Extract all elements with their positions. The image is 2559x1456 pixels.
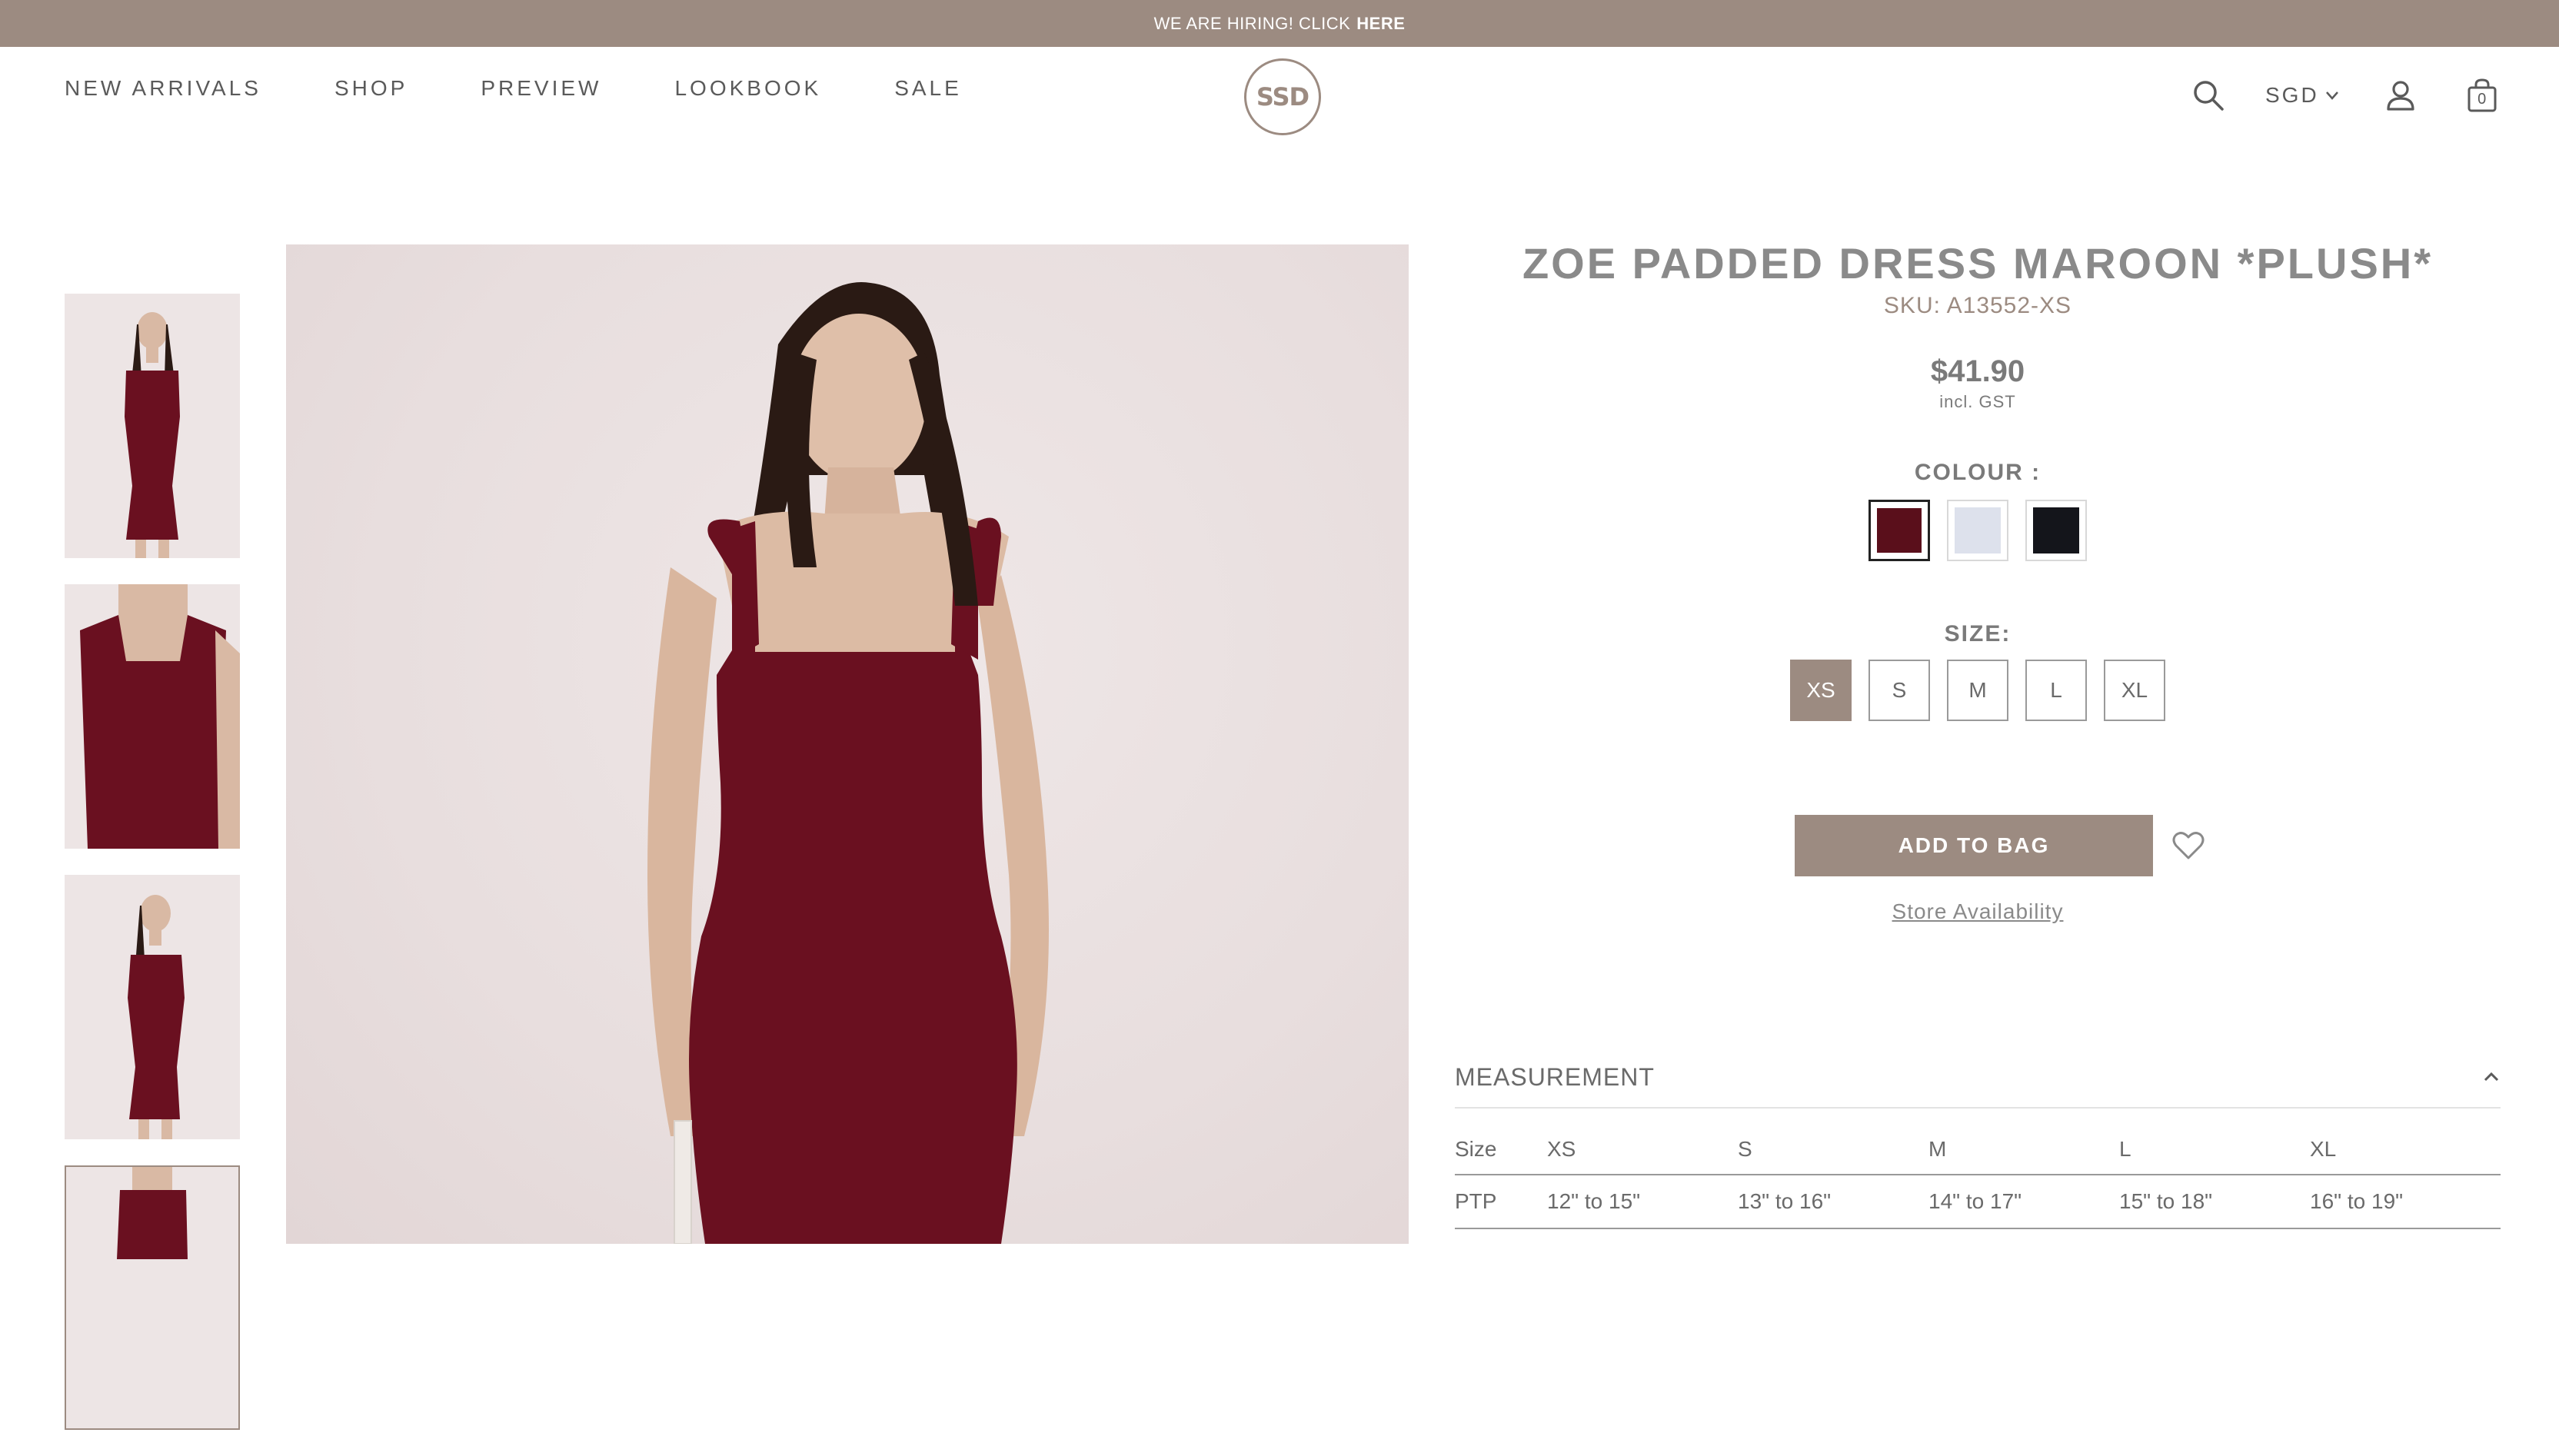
colour-swatch-light-blue[interactable] bbox=[1947, 500, 2008, 561]
table-header-row: Size XS S M L XL bbox=[1455, 1124, 2501, 1175]
table-header-cell: XS bbox=[1547, 1124, 1738, 1175]
logo-text: SSD bbox=[1256, 82, 1309, 111]
table-header-cell: Size bbox=[1455, 1124, 1547, 1175]
header-actions: SGD 0 bbox=[2191, 76, 2497, 115]
thumbnail-1[interactable] bbox=[65, 294, 240, 558]
announcement-link[interactable]: HERE bbox=[1356, 14, 1405, 34]
size-option-m[interactable]: M bbox=[1947, 660, 2008, 721]
search-icon[interactable] bbox=[2191, 78, 2225, 112]
nav-shop[interactable]: SHOP bbox=[334, 76, 408, 101]
size-option-xl[interactable]: XL bbox=[2104, 660, 2165, 721]
size-option-l[interactable]: L bbox=[2025, 660, 2087, 721]
swatch-fill-black bbox=[2033, 507, 2079, 553]
table-header-cell: M bbox=[1928, 1124, 2119, 1175]
table-cell: 14" to 17" bbox=[1928, 1175, 2119, 1229]
nav-sale[interactable]: SALE bbox=[894, 76, 962, 101]
measurement-toggle[interactable]: MEASUREMENT bbox=[1455, 1047, 2501, 1109]
size-label: SIZE: bbox=[1944, 621, 2012, 647]
announcement-text: WE ARE HIRING! CLICK bbox=[1153, 13, 1351, 33]
add-to-bag-button[interactable]: ADD TO BAG bbox=[1795, 815, 2153, 876]
table-cell: 15" to 18" bbox=[2119, 1175, 2310, 1229]
main-product-image[interactable] bbox=[286, 244, 1409, 1244]
thumbnail-2[interactable] bbox=[65, 584, 240, 849]
site-header: NEW ARRIVALS SHOP PREVIEW LOOKBOOK SALE … bbox=[0, 47, 2559, 145]
store-availability-link[interactable]: Store Availability bbox=[1892, 899, 2064, 924]
main-nav: NEW ARRIVALS SHOP PREVIEW LOOKBOOK SALE bbox=[65, 76, 962, 101]
tax-note: incl. GST bbox=[1939, 392, 2016, 411]
product-sku: SKU: A13552-XS bbox=[1883, 293, 2072, 318]
colour-swatch-black[interactable] bbox=[2025, 500, 2087, 561]
table-header-cell: S bbox=[1738, 1124, 1928, 1175]
nav-lookbook[interactable]: LOOKBOOK bbox=[674, 76, 821, 101]
currency-label: SGD bbox=[2265, 83, 2319, 107]
size-option-xs[interactable]: XS bbox=[1790, 660, 1852, 721]
colour-swatch-maroon[interactable] bbox=[1869, 500, 1930, 561]
table-cell: PTP bbox=[1455, 1175, 1547, 1229]
currency-selector[interactable]: SGD bbox=[2265, 83, 2341, 108]
site-logo[interactable]: SSD bbox=[1244, 58, 1321, 135]
table-header-cell: L bbox=[2119, 1124, 2310, 1175]
table-cell: 16" to 19" bbox=[2310, 1175, 2501, 1229]
size-option-s[interactable]: S bbox=[1869, 660, 1930, 721]
table-cell: 13" to 16" bbox=[1738, 1175, 1928, 1229]
swatch-fill-maroon bbox=[1877, 508, 1922, 553]
measurement-section: MEASUREMENT Size XS S M L XL PTP 12" to … bbox=[1455, 1047, 2501, 1229]
measurement-title: MEASUREMENT bbox=[1455, 1062, 1655, 1091]
thumbnail-3[interactable] bbox=[65, 875, 240, 1139]
table-cell: 12" to 15" bbox=[1547, 1175, 1738, 1229]
chevron-up-icon bbox=[2484, 1072, 2499, 1082]
heart-icon[interactable] bbox=[2171, 830, 2205, 861]
nav-new-arrivals[interactable]: NEW ARRIVALS bbox=[65, 76, 261, 101]
chevron-down-icon bbox=[2325, 91, 2338, 100]
size-options: XS S M L XL bbox=[1455, 660, 2501, 721]
colour-swatches bbox=[1455, 500, 2501, 561]
table-row: PTP 12" to 15" 13" to 16" 14" to 17" 15"… bbox=[1455, 1175, 2501, 1229]
swatch-fill-light-blue bbox=[1955, 507, 2001, 553]
product-info: ZOE PADDED DRESS MAROON *PLUSH* SKU: A13… bbox=[1455, 231, 2501, 924]
nav-preview[interactable]: PREVIEW bbox=[481, 76, 601, 101]
cart-count: 0 bbox=[2477, 91, 2487, 108]
colour-label: COLOUR : bbox=[1914, 460, 2042, 485]
announcement-bar: WE ARE HIRING! CLICK HERE bbox=[0, 0, 2559, 47]
thumbnail-4[interactable] bbox=[65, 1165, 240, 1430]
cart-actions: ADD TO BAG bbox=[1455, 815, 2501, 876]
table-header-cell: XL bbox=[2310, 1124, 2501, 1175]
product-title: ZOE PADDED DRESS MAROON *PLUSH* bbox=[1522, 239, 2434, 288]
measurement-table: Size XS S M L XL PTP 12" to 15" 13" to 1… bbox=[1455, 1124, 2501, 1229]
user-icon[interactable] bbox=[2384, 78, 2418, 112]
thumbnail-gallery bbox=[65, 294, 240, 1456]
shopping-bag-icon[interactable]: 0 bbox=[2467, 78, 2497, 113]
product-price: $41.90 bbox=[1930, 354, 2025, 388]
